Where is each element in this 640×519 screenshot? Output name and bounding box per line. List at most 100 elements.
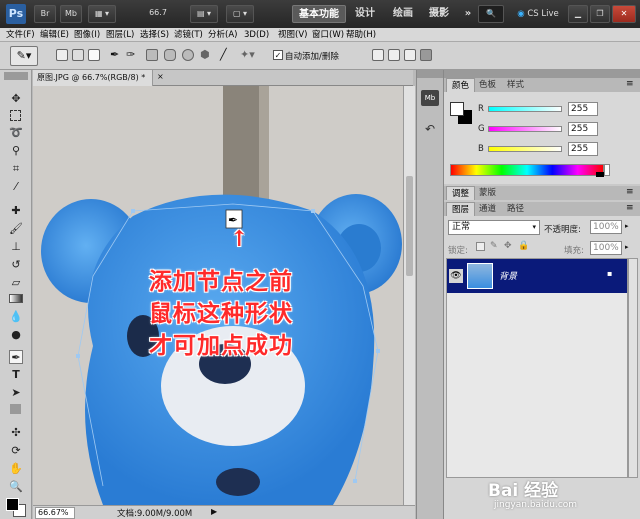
workspace-photography[interactable]: 摄影: [424, 5, 454, 23]
status-menu-arrow-icon[interactable]: ▶: [211, 507, 217, 516]
search-box[interactable]: 🔍: [478, 5, 504, 23]
tab-channels[interactable]: 通道: [474, 202, 501, 216]
3d-rotate-tool-icon[interactable]: ✣: [9, 426, 23, 440]
adjustments-menu-icon[interactable]: ≡: [626, 187, 634, 197]
ellipse-shape-icon[interactable]: [182, 49, 194, 61]
layer-row[interactable]: 👁 背景 ▪: [447, 259, 627, 293]
history-panel-icon[interactable]: ↶: [421, 122, 439, 140]
channel-b-slider[interactable]: [488, 146, 562, 152]
workspace-more-icon[interactable]: »: [462, 5, 474, 23]
freeform-pen-option-icon[interactable]: ✑: [126, 49, 138, 61]
zoom-level-dropdown[interactable]: 66.7: [138, 5, 178, 23]
workspace-essentials[interactable]: 基本功能: [292, 5, 346, 23]
panel-fg-swatch[interactable]: [450, 102, 464, 116]
view-extras-button[interactable]: ▦ ▾: [88, 5, 116, 23]
lock-transparent-icon[interactable]: [476, 242, 485, 251]
shape-tool-icon[interactable]: [10, 404, 21, 414]
pen-tool-option-icon[interactable]: ✒: [110, 49, 122, 61]
pen-tool-icon[interactable]: ✒: [9, 350, 23, 364]
clone-stamp-tool-icon[interactable]: ⊥: [9, 240, 23, 254]
layers-scrollbar[interactable]: [628, 258, 638, 478]
minimize-button[interactable]: ▁: [568, 5, 588, 23]
document-tab[interactable]: 原图.JPG @ 66.7%(RGB/8) *: [33, 70, 153, 86]
fill-pixels-icon[interactable]: [88, 49, 100, 61]
blend-mode-select[interactable]: 正常 ▾: [448, 220, 540, 235]
menu-help[interactable]: 帮助(H): [346, 28, 376, 42]
zoom-tool-icon[interactable]: 🔍: [9, 480, 23, 494]
tab-adjustments[interactable]: 调整: [446, 186, 476, 200]
spectrum-black-swatch[interactable]: [596, 172, 604, 177]
tools-collapse-icon[interactable]: [4, 72, 28, 80]
minibridge-panel-icon[interactable]: Mb: [421, 90, 439, 106]
workspace-design[interactable]: 设计: [350, 5, 380, 23]
menu-layer[interactable]: 图层(L): [106, 28, 134, 42]
fill-field[interactable]: 100%: [590, 241, 622, 255]
layers-menu-icon[interactable]: ≡: [626, 203, 634, 213]
custom-shape-icon[interactable]: ✦▾: [240, 49, 255, 61]
cs-live-button[interactable]: ◉ CS Live: [512, 5, 564, 23]
eyedropper-tool-icon[interactable]: ⁄: [9, 180, 23, 194]
close-button[interactable]: ✕: [612, 5, 636, 23]
tab-layers[interactable]: 图层: [446, 202, 476, 216]
color-panel-menu-icon[interactable]: ≡: [626, 79, 634, 89]
quick-selection-tool-icon[interactable]: ⚲: [9, 144, 23, 158]
path-combine-add-icon[interactable]: [372, 49, 384, 61]
hand-tool-icon[interactable]: ✋: [9, 462, 23, 476]
3d-orbit-tool-icon[interactable]: ⟳: [9, 444, 23, 458]
menu-analysis[interactable]: 分析(A): [208, 28, 237, 42]
history-brush-tool-icon[interactable]: ↺: [9, 258, 23, 272]
fill-dropdown-icon[interactable]: ▸: [625, 243, 629, 251]
path-combine-intersect-icon[interactable]: [404, 49, 416, 61]
arrange-documents-button[interactable]: ▤ ▾: [190, 5, 218, 23]
line-shape-icon[interactable]: ╱: [220, 49, 232, 61]
lock-image-icon[interactable]: ✎: [490, 241, 498, 251]
opacity-dropdown-icon[interactable]: ▸: [625, 222, 629, 230]
layer-visibility-eye-icon[interactable]: 👁: [449, 269, 463, 283]
restore-button[interactable]: ❐: [590, 5, 610, 23]
minibridge-launch-button[interactable]: Mb: [60, 5, 82, 23]
menu-window[interactable]: 窗口(W): [312, 28, 344, 42]
lock-all-icon[interactable]: 🔒: [518, 241, 529, 251]
spectrum-white-swatch[interactable]: [604, 164, 610, 176]
path-combine-subtract-icon[interactable]: [388, 49, 400, 61]
tab-color[interactable]: 颜色: [446, 78, 476, 92]
tab-swatches[interactable]: 色板: [474, 78, 501, 92]
workspace-painting[interactable]: 绘画: [388, 5, 418, 23]
brush-tool-icon[interactable]: 🖌: [9, 222, 23, 236]
rectangle-shape-icon[interactable]: [146, 49, 158, 61]
path-combine-exclude-icon[interactable]: [420, 49, 432, 61]
auto-add-delete-checkbox[interactable]: ✓: [273, 50, 283, 60]
channel-r-value[interactable]: 255: [568, 102, 598, 116]
polygon-shape-icon[interactable]: ⬢: [200, 49, 212, 61]
marquee-tool-icon[interactable]: [10, 110, 21, 121]
document-tab-close-icon[interactable]: ×: [157, 72, 164, 81]
gradient-tool-icon[interactable]: [9, 294, 23, 303]
path-selection-tool-icon[interactable]: ➤: [9, 386, 23, 400]
menu-filter[interactable]: 滤镜(T): [174, 28, 203, 42]
opacity-field[interactable]: 100%: [590, 220, 622, 234]
blur-tool-icon[interactable]: 💧: [9, 310, 23, 324]
move-tool-icon[interactable]: ✥: [9, 92, 23, 106]
channel-r-slider[interactable]: [488, 106, 562, 112]
paths-mode-icon[interactable]: [72, 49, 84, 61]
menu-edit[interactable]: 编辑(E): [40, 28, 69, 42]
menu-file[interactable]: 文件(F): [6, 28, 35, 42]
eraser-tool-icon[interactable]: ▱: [9, 276, 23, 290]
crop-tool-icon[interactable]: ⌗: [9, 162, 23, 176]
tab-paths[interactable]: 路径: [502, 202, 529, 216]
vertical-scrollbar[interactable]: [403, 86, 415, 505]
menu-image[interactable]: 图像(I): [74, 28, 100, 42]
screen-mode-button[interactable]: ▢ ▾: [226, 5, 254, 23]
rounded-rectangle-shape-icon[interactable]: [164, 49, 176, 61]
dodge-tool-icon[interactable]: ●: [9, 328, 23, 342]
menu-3d[interactable]: 3D(D): [244, 28, 269, 42]
zoom-field[interactable]: 66.67%: [35, 507, 75, 519]
channel-g-slider[interactable]: [488, 126, 562, 132]
foreground-color-swatch[interactable]: [6, 498, 19, 511]
lasso-tool-icon[interactable]: ➰: [9, 126, 23, 140]
menu-select[interactable]: 选择(S): [140, 28, 169, 42]
shape-layers-icon[interactable]: [56, 49, 68, 61]
channel-b-value[interactable]: 255: [568, 142, 598, 156]
lock-position-icon[interactable]: ✥: [504, 241, 512, 251]
document-canvas[interactable]: ✒ ↑ 添加节点之前 鼠标这种形状 才可加点成功: [33, 86, 403, 505]
